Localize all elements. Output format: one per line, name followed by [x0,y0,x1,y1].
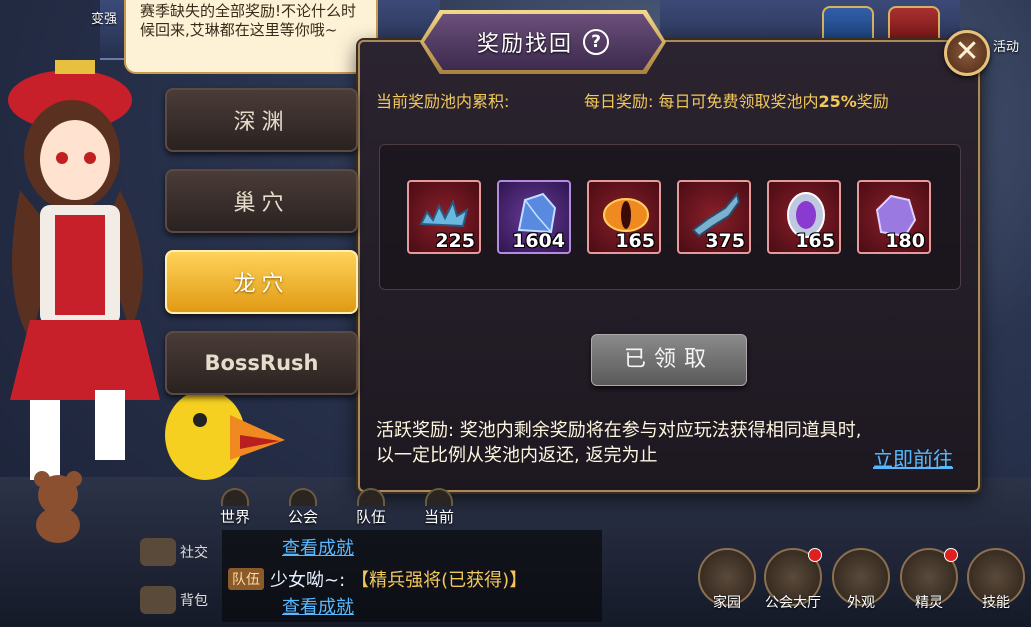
chat-tab-world[interactable]: 世界 [212,488,258,527]
tab-abyss[interactable]: 深渊 [165,88,358,152]
daily-reward-prefix: 每日奖励: 每日可免费领取奖池内 [584,92,819,111]
bag-label: 背包 [180,593,208,609]
chat-tab-guild[interactable]: 公会 [280,488,326,527]
channel-icon [357,488,385,506]
reward-item[interactable]: 180 [857,180,931,254]
reward-item[interactable]: 225 [407,180,481,254]
reward-item[interactable]: 375 [677,180,751,254]
chat-tab-team[interactable]: 队伍 [348,488,394,527]
view-achievement-link[interactable]: 查看成就 [282,593,354,619]
team-channel-tag: 队伍 [228,568,264,590]
chat-message: 队伍 少女呦~: 【精兵强将(已获得)】 [228,566,527,592]
notification-dot [944,548,958,562]
daily-reward-suffix: 奖励 [856,92,889,111]
daily-reward-info: 每日奖励: 每日可免费领取奖池内25%奖励 [584,88,889,112]
menu-label: 外观 [847,595,875,611]
menu-home-button[interactable]: 家园 [696,548,758,624]
menu-guild-hall-button[interactable]: 公会大厅 [762,548,824,624]
claimed-button[interactable]: 已领取 [591,334,747,386]
view-achievement-link[interactable]: 查看成就 [282,534,354,560]
help-icon[interactable]: ? [583,29,609,55]
tab-dragon-lair[interactable]: 龙穴 [165,250,358,314]
title-plate: 奖励找回 ? [424,14,662,70]
bag-button[interactable]: 背包 [140,586,208,614]
menu-label: 公会大厅 [765,595,821,611]
channel-icon [221,488,249,506]
reward-item[interactable]: 1604 [497,180,571,254]
chat-tab-current[interactable]: 当前 [416,488,462,527]
item-count: 1604 [512,230,565,252]
close-button[interactable]: ✕ [944,30,990,76]
dialog-title: 奖励找回 [476,32,573,57]
item-count: 375 [705,230,745,252]
daily-reward-percent: 25% [818,92,857,111]
become-stronger-button[interactable]: 变强 [78,0,130,28]
menu-label: 精灵 [915,595,943,611]
menu-skill-button[interactable]: 技能 [965,548,1027,624]
chat-tab-label: 队伍 [355,508,386,526]
chat-tab-label: 世界 [219,508,250,526]
notification-dot [808,548,822,562]
bag-icon [140,586,176,614]
tab-nest[interactable]: 巢穴 [165,169,358,233]
menu-appearance-button[interactable]: 外观 [830,548,892,624]
npc-speech-bubble: 赛季缺失的全部奖励!不论什么时候回来,艾琳都在这里等你哦~ [124,0,378,74]
menu-label: 技能 [982,595,1010,611]
chat-sender[interactable]: 少女呦~: [270,566,345,592]
go-now-link[interactable]: 立即前往 [873,443,953,472]
teddy-bear-illustration [34,471,82,543]
menu-spirit-button[interactable]: 精灵 [898,548,960,624]
item-count: 225 [435,230,475,252]
event-label[interactable]: 活动 [993,36,1019,55]
channel-icon [425,488,453,506]
chat-tab-label: 当前 [423,508,454,526]
channel-icon [289,488,317,506]
chat-channel-tabs: 世界 公会 队伍 当前 [212,488,462,527]
reward-item[interactable]: 165 [767,180,841,254]
item-count: 165 [615,230,655,252]
item-count: 165 [795,230,835,252]
item-count: 180 [885,230,925,252]
chat-tab-label: 公会 [287,508,318,526]
menu-label: 家园 [713,595,741,611]
social-icon [140,538,176,566]
tab-bossrush[interactable]: BossRush [165,331,358,395]
reward-item[interactable]: 165 [587,180,661,254]
social-button[interactable]: 社交 [140,538,208,566]
social-label: 社交 [180,545,208,561]
chat-item-text[interactable]: 【精兵强将(已获得)】 [351,566,527,592]
pool-accumulated-label: 当前奖励池内累积: [376,92,510,111]
active-reward-description: 活跃奖励: 奖池内剩余奖励将在参与对应玩法获得相同道具时, 以一定比例从奖池内返… [376,420,862,466]
